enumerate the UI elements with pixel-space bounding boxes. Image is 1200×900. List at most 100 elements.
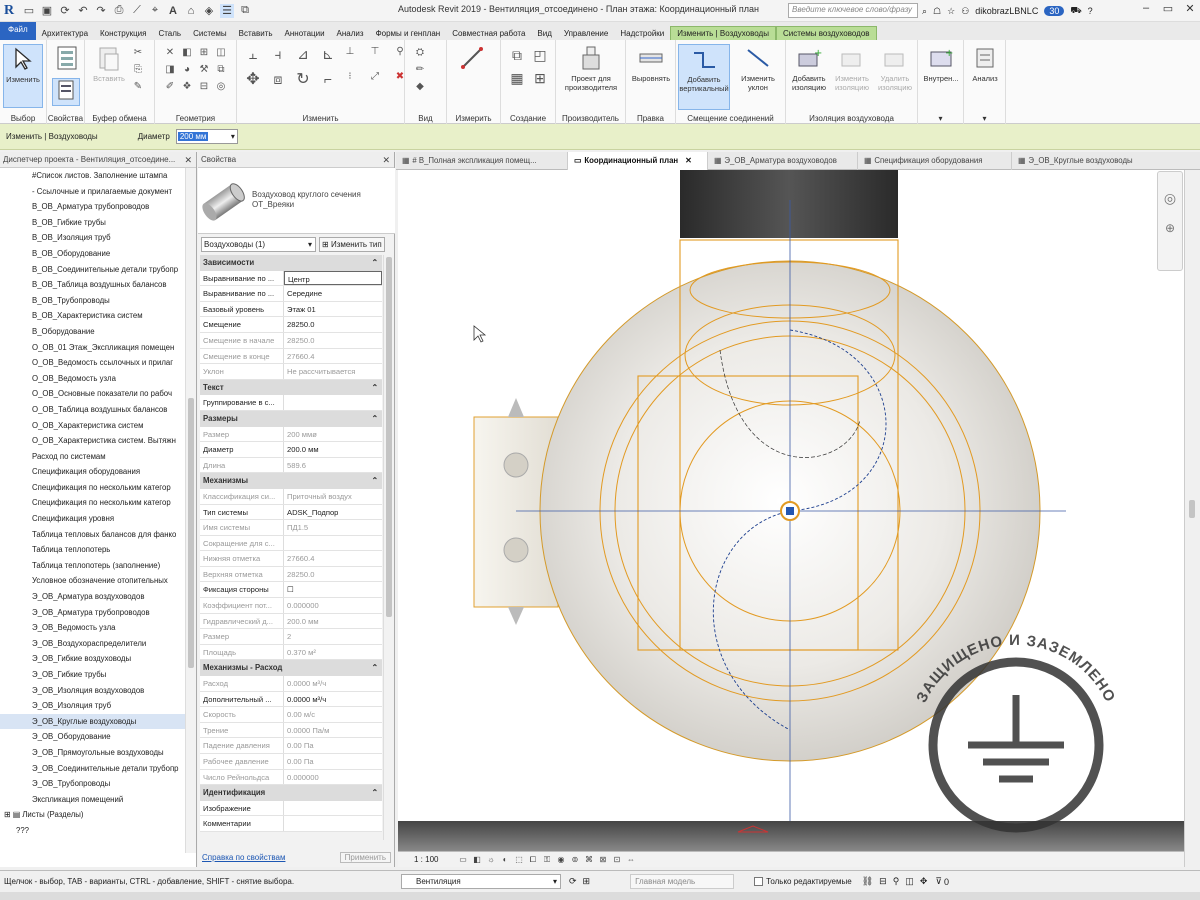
create-similar-icon[interactable]: ⊞ (530, 68, 550, 88)
browser-tree-item[interactable]: Таблица тепловых балансов для фанко (0, 527, 185, 543)
browser-tree-item[interactable]: О_ОВ_Ведомость узла (0, 371, 185, 387)
scale-icon[interactable]: ⤢ (368, 69, 382, 83)
panel-analysis-dropdown[interactable]: ▾ (964, 114, 1005, 123)
collapse-icon[interactable]: ⌃ (371, 473, 378, 488)
property-value[interactable] (284, 800, 382, 816)
hide-icon[interactable]: ⛭ (413, 45, 427, 59)
property-row[interactable]: Смещение 28250.0 (200, 317, 382, 333)
browser-scroll-thumb[interactable] (188, 398, 194, 668)
tab-collaborate[interactable]: Совместная работа (446, 27, 531, 40)
paint-icon[interactable]: ◕ (180, 62, 194, 76)
analytical-model-icon[interactable]: ⊠ (598, 855, 608, 865)
view-tab-room-schedule[interactable]: ▦ # В_Полная экспликация помещ... (396, 152, 568, 170)
filter-icon[interactable]: ⊽ (935, 876, 942, 887)
property-value[interactable] (284, 816, 382, 831)
favorites-icon[interactable]: ☆ (947, 6, 955, 17)
browser-tree-item[interactable]: О_ОВ_Основные показатели по рабоч (0, 386, 185, 402)
collapse-icon[interactable]: ⌃ (371, 660, 378, 675)
browser-tree-item[interactable]: В_ОВ_Гибкие трубы (0, 215, 185, 231)
add-insulation-button[interactable]: + Добавить изоляцию (788, 44, 830, 92)
cut-icon[interactable]: ✂ (131, 45, 145, 59)
fabrication-project-button[interactable]: Проект для производителя (560, 44, 622, 92)
workset-dropdown[interactable]: Вентиляция ▾ (401, 874, 561, 889)
close-icon[interactable]: ✕ (184, 152, 192, 167)
inside-button[interactable]: + Внутрен... (920, 44, 962, 83)
copy-element-icon[interactable]: ⧈ (268, 69, 288, 89)
view-tab-equipment-schedule[interactable]: ▦ Спецификация оборудования (858, 152, 1012, 170)
property-row[interactable]: Изображение (200, 800, 382, 817)
property-value[interactable]: ADSK_Подпор (284, 504, 382, 520)
browser-node-sheets[interactable]: ⊞ ▤ Листы (Разделы) (0, 807, 185, 823)
browser-tree-item[interactable]: О_ОВ_Ведомость ссылочных и прилаг (0, 355, 185, 371)
tab-file[interactable]: Файл (0, 22, 36, 40)
property-value[interactable]: 200.0 мм (284, 442, 382, 457)
browser-tree-item[interactable]: Э_ОВ_Ведомость узла (0, 620, 185, 636)
reveal-hidden-icon[interactable]: ⊚ (570, 855, 580, 865)
collapse-icon[interactable]: ⌃ (371, 785, 378, 800)
property-group-header[interactable]: Идентификация ⌃ (200, 785, 382, 801)
sheets-folder-icon[interactable]: ⊞ ▤ (4, 810, 22, 819)
property-group-header[interactable]: Размеры ⌃ (200, 410, 382, 427)
tab-annotate[interactable]: Аннотации (279, 27, 331, 40)
split-gap-icon[interactable]: ⊤ (368, 44, 382, 58)
tab-manage[interactable]: Управление (558, 27, 614, 40)
browser-tree-item[interactable]: Э_ОВ_Гибкие воздуховоды (0, 651, 185, 667)
select-pinned-icon[interactable]: ⚲ (893, 876, 900, 887)
property-row[interactable]: Комментарии (200, 816, 382, 832)
view-scale[interactable]: 1 : 100 (414, 855, 454, 864)
browser-tree-item[interactable]: Э_ОВ_Гибкие трубы (0, 667, 185, 683)
cut-geometry-icon[interactable]: ◧ (180, 45, 194, 59)
property-value[interactable]: Центр (284, 270, 382, 286)
duct-connector-grip[interactable] (786, 507, 794, 515)
remove-paint-icon[interactable]: ◎ (214, 79, 228, 93)
browser-tree-item[interactable]: В_Оборудование (0, 324, 185, 340)
tab-insert[interactable]: Вставить (233, 27, 279, 40)
instance-filter-dropdown[interactable]: Воздуховоды (1) ▾ (201, 236, 316, 252)
property-group-header[interactable]: Текст ⌃ (200, 379, 382, 396)
browser-tree-item[interactable]: В_ОВ_Арматура трубопроводов (0, 199, 185, 215)
trim-icon[interactable]: ⌐ (318, 69, 338, 89)
property-row[interactable]: Выравнивание по ... Центр (200, 270, 382, 287)
tab-modify-ducts[interactable]: Изменить | Воздуховоды (670, 26, 776, 40)
minimize-button[interactable]: – (1136, 2, 1156, 18)
sun-path-icon[interactable]: ☼ (486, 855, 496, 865)
open-icon[interactable]: ▭ (22, 4, 36, 18)
view-tab-coordination-plan[interactable]: ▭ Координационный план ✕ (568, 152, 708, 170)
browser-tree-item[interactable]: - Ссылочные и прилагаемые документ (0, 184, 185, 200)
browser-tree-item[interactable]: Э_ОВ_Круглые воздуховоды (0, 713, 185, 730)
browser-tree-item[interactable]: Спецификация по нескольким категор (0, 495, 185, 511)
section-icon[interactable]: ◈ (202, 4, 216, 18)
worksets-icon[interactable]: ⊞ (583, 876, 591, 887)
collapse-icon[interactable]: ⌃ (371, 380, 378, 395)
move-icon[interactable]: ✥ (243, 69, 263, 89)
analysis-button[interactable]: Анализ (968, 44, 1002, 83)
drawing-area[interactable]: ЗАЩИЩЕНО И ЗАЗЕМЛЕНО ZANDZ.COM ◎ ⊕ (398, 170, 1184, 851)
mirror-axis-icon[interactable]: ⊿ (293, 44, 313, 64)
collapse-icon[interactable]: ⌃ (371, 255, 378, 270)
add-vertical-button[interactable]: Добавить вертикальный (678, 44, 730, 110)
view-tab-duct-accessories[interactable]: ▦ Э_ОВ_Арматура воздуховодов (708, 152, 858, 170)
notification-badge[interactable]: 30 (1044, 6, 1065, 16)
floor-plan-drawing[interactable]: ЗАЩИЩЕНО И ЗАЗЕМЛЕНО ZANDZ.COM (398, 170, 1184, 851)
offset-icon[interactable]: ⫞ (268, 44, 288, 64)
demolish-icon[interactable]: ⚒ (197, 62, 211, 76)
thin-lines-icon[interactable]: ☰ (220, 3, 234, 18)
match-type-icon[interactable]: ✎ (131, 79, 145, 93)
shadows-icon[interactable]: ◐ (500, 855, 510, 865)
tab-massing[interactable]: Формы и генплан (370, 27, 447, 40)
property-row[interactable]: Группирование в с... (200, 395, 382, 411)
browser-tree-item[interactable]: Условное обозначение отопительных (0, 573, 185, 589)
copy-icon[interactable]: ⎘ (131, 62, 145, 76)
editing-requests-icon[interactable]: ⟳ (569, 876, 577, 887)
close-icon[interactable]: ✕ (685, 152, 692, 170)
panel-inside-dropdown[interactable]: ▾ (918, 114, 963, 123)
browser-tree-item[interactable]: Э_ОВ_Воздухораспределители (0, 636, 185, 652)
array-icon[interactable]: ⁝ (343, 69, 357, 83)
browser-tree-item[interactable]: Спецификация уровня (0, 511, 185, 527)
property-row[interactable]: Фиксация стороны ☐ (200, 582, 382, 599)
worksharing-icon[interactable]: ⌘ (584, 855, 594, 865)
paste-button[interactable]: Вставить (91, 44, 127, 83)
tag-icon[interactable]: ⌖ (148, 4, 162, 18)
properties-scroll-thumb[interactable] (386, 257, 392, 617)
close-icon[interactable]: ✕ (382, 152, 390, 167)
